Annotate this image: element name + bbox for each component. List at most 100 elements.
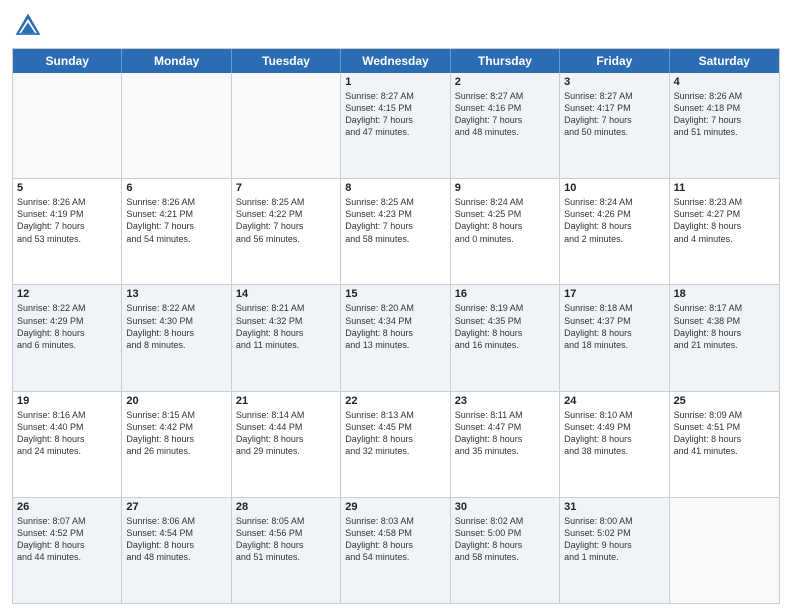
calendar-row-5: 26Sunrise: 8:07 AM Sunset: 4:52 PM Dayli… [13, 497, 779, 603]
calendar-cell: 22 Sunrise: 8:13 AM Sunset: 4:45 PM Dayli… [341, 392, 450, 497]
day-info: Sunrise: 8:24 AM Sunset: 4:26 PM Dayligh… [564, 196, 664, 245]
calendar-cell: 13 Sunrise: 8:22 AM Sunset: 4:30 PM Dayli… [122, 285, 231, 390]
day-info: Sunrise: 8:19 AM Sunset: 4:35 PM Dayligh… [455, 302, 555, 351]
calendar-cell: 28Sunrise: 8:05 AM Sunset: 4:56 PM Dayli… [232, 498, 341, 603]
weekday-header-sunday: Sunday [13, 49, 122, 73]
day-number: 23 [455, 395, 555, 407]
weekday-header-tuesday: Tuesday [232, 49, 341, 73]
day-number: 20 [126, 395, 226, 407]
calendar-cell [232, 73, 341, 178]
day-number: 9 [455, 182, 555, 194]
day-number: 14 [236, 288, 336, 300]
calendar-cell: 11 Sunrise: 8:23 AM Sunset: 4:27 PM Dayli… [670, 179, 779, 284]
day-number: 17 [564, 288, 664, 300]
day-number: 19 [17, 395, 117, 407]
calendar-row-3: 12 Sunrise: 8:22 AM Sunset: 4:29 PM Dayli… [13, 284, 779, 390]
day-info: Sunrise: 8:22 AM Sunset: 4:29 PM Dayligh… [17, 302, 117, 351]
calendar-row-4: 19 Sunrise: 8:16 AM Sunset: 4:40 PM Dayli… [13, 391, 779, 497]
calendar-cell: 18 Sunrise: 8:17 AM Sunset: 4:38 PM Dayli… [670, 285, 779, 390]
calendar-cell: 5 Sunrise: 8:26 AM Sunset: 4:19 PM Daylig… [13, 179, 122, 284]
day-info: Sunrise: 8:06 AM Sunset: 4:54 PM Dayligh… [126, 515, 226, 564]
calendar-cell: 29 Sunrise: 8:03 AM Sunset: 4:58 PM Dayli… [341, 498, 450, 603]
day-number: 29 [345, 501, 445, 513]
day-number: 10 [564, 182, 664, 194]
calendar-cell: 3 Sunrise: 8:27 AM Sunset: 4:17 PM Daylig… [560, 73, 669, 178]
day-number: 18 [674, 288, 775, 300]
day-number: 12 [17, 288, 117, 300]
calendar-row-1: 1Sunrise: 8:27 AM Sunset: 4:15 PM Daylig… [13, 73, 779, 178]
day-number: 7 [236, 182, 336, 194]
day-info: Sunrise: 8:27 AM Sunset: 4:15 PM Dayligh… [345, 90, 445, 139]
day-number: 3 [564, 76, 664, 88]
calendar-cell [122, 73, 231, 178]
calendar-cell: 12 Sunrise: 8:22 AM Sunset: 4:29 PM Dayli… [13, 285, 122, 390]
calendar-cell: 21Sunrise: 8:14 AM Sunset: 4:44 PM Dayli… [232, 392, 341, 497]
day-number: 24 [564, 395, 664, 407]
day-number: 15 [345, 288, 445, 300]
day-info: Sunrise: 8:18 AM Sunset: 4:37 PM Dayligh… [564, 302, 664, 351]
day-number: 27 [126, 501, 226, 513]
day-number: 30 [455, 501, 555, 513]
day-info: Sunrise: 8:14 AM Sunset: 4:44 PM Dayligh… [236, 409, 336, 458]
calendar-cell [670, 498, 779, 603]
weekday-header-monday: Monday [122, 49, 231, 73]
calendar-cell: 8 Sunrise: 8:25 AM Sunset: 4:23 PM Daylig… [341, 179, 450, 284]
calendar-cell: 7 Sunrise: 8:25 AM Sunset: 4:22 PM Daylig… [232, 179, 341, 284]
day-info: Sunrise: 8:22 AM Sunset: 4:30 PM Dayligh… [126, 302, 226, 351]
calendar-cell: 17 Sunrise: 8:18 AM Sunset: 4:37 PM Dayli… [560, 285, 669, 390]
day-info: Sunrise: 8:09 AM Sunset: 4:51 PM Dayligh… [674, 409, 775, 458]
calendar-cell: 6 Sunrise: 8:26 AM Sunset: 4:21 PM Daylig… [122, 179, 231, 284]
day-info: Sunrise: 8:26 AM Sunset: 4:21 PM Dayligh… [126, 196, 226, 245]
calendar-cell: 14 Sunrise: 8:21 AM Sunset: 4:32 PM Dayli… [232, 285, 341, 390]
calendar: SundayMondayTuesdayWednesdayThursdayFrid… [12, 48, 780, 604]
day-info: Sunrise: 8:16 AM Sunset: 4:40 PM Dayligh… [17, 409, 117, 458]
day-number: 8 [345, 182, 445, 194]
day-number: 13 [126, 288, 226, 300]
day-number: 11 [674, 182, 775, 194]
day-info: Sunrise: 8:26 AM Sunset: 4:19 PM Dayligh… [17, 196, 117, 245]
day-info: Sunrise: 8:07 AM Sunset: 4:52 PM Dayligh… [17, 515, 117, 564]
calendar-cell: 24 Sunrise: 8:10 AM Sunset: 4:49 PM Dayli… [560, 392, 669, 497]
day-info: Sunrise: 8:11 AM Sunset: 4:47 PM Dayligh… [455, 409, 555, 458]
day-number: 6 [126, 182, 226, 194]
day-info: Sunrise: 8:26 AM Sunset: 4:18 PM Dayligh… [674, 90, 775, 139]
day-number: 16 [455, 288, 555, 300]
day-info: Sunrise: 8:27 AM Sunset: 4:17 PM Dayligh… [564, 90, 664, 139]
calendar-cell: 25Sunrise: 8:09 AM Sunset: 4:51 PM Dayli… [670, 392, 779, 497]
day-number: 5 [17, 182, 117, 194]
logo [12, 10, 48, 42]
calendar-container: SundayMondayTuesdayWednesdayThursdayFrid… [0, 0, 792, 612]
day-info: Sunrise: 8:17 AM Sunset: 4:38 PM Dayligh… [674, 302, 775, 351]
weekday-header-wednesday: Wednesday [341, 49, 450, 73]
calendar-cell: 16 Sunrise: 8:19 AM Sunset: 4:35 PM Dayli… [451, 285, 560, 390]
logo-icon [12, 10, 44, 42]
calendar-cell: 26Sunrise: 8:07 AM Sunset: 4:52 PM Dayli… [13, 498, 122, 603]
weekday-header-saturday: Saturday [670, 49, 779, 73]
header [12, 10, 780, 42]
calendar-cell: 15Sunrise: 8:20 AM Sunset: 4:34 PM Dayli… [341, 285, 450, 390]
day-number: 22 [345, 395, 445, 407]
calendar-cell: 2 Sunrise: 8:27 AM Sunset: 4:16 PM Daylig… [451, 73, 560, 178]
calendar-row-2: 5 Sunrise: 8:26 AM Sunset: 4:19 PM Daylig… [13, 178, 779, 284]
day-info: Sunrise: 8:21 AM Sunset: 4:32 PM Dayligh… [236, 302, 336, 351]
calendar-cell: 27 Sunrise: 8:06 AM Sunset: 4:54 PM Dayli… [122, 498, 231, 603]
day-info: Sunrise: 8:00 AM Sunset: 5:02 PM Dayligh… [564, 515, 664, 564]
calendar-cell: 20Sunrise: 8:15 AM Sunset: 4:42 PM Dayli… [122, 392, 231, 497]
calendar-cell: 4 Sunrise: 8:26 AM Sunset: 4:18 PM Daylig… [670, 73, 779, 178]
day-info: Sunrise: 8:03 AM Sunset: 4:58 PM Dayligh… [345, 515, 445, 564]
calendar-header: SundayMondayTuesdayWednesdayThursdayFrid… [13, 49, 779, 73]
calendar-cell: 1Sunrise: 8:27 AM Sunset: 4:15 PM Daylig… [341, 73, 450, 178]
day-info: Sunrise: 8:13 AM Sunset: 4:45 PM Dayligh… [345, 409, 445, 458]
calendar-cell [13, 73, 122, 178]
day-number: 31 [564, 501, 664, 513]
day-info: Sunrise: 8:24 AM Sunset: 4:25 PM Dayligh… [455, 196, 555, 245]
day-info: Sunrise: 8:25 AM Sunset: 4:23 PM Dayligh… [345, 196, 445, 245]
day-number: 4 [674, 76, 775, 88]
calendar-cell: 10 Sunrise: 8:24 AM Sunset: 4:26 PM Dayli… [560, 179, 669, 284]
day-number: 2 [455, 76, 555, 88]
day-info: Sunrise: 8:25 AM Sunset: 4:22 PM Dayligh… [236, 196, 336, 245]
day-info: Sunrise: 8:10 AM Sunset: 4:49 PM Dayligh… [564, 409, 664, 458]
day-info: Sunrise: 8:27 AM Sunset: 4:16 PM Dayligh… [455, 90, 555, 139]
day-number: 28 [236, 501, 336, 513]
day-info: Sunrise: 8:23 AM Sunset: 4:27 PM Dayligh… [674, 196, 775, 245]
